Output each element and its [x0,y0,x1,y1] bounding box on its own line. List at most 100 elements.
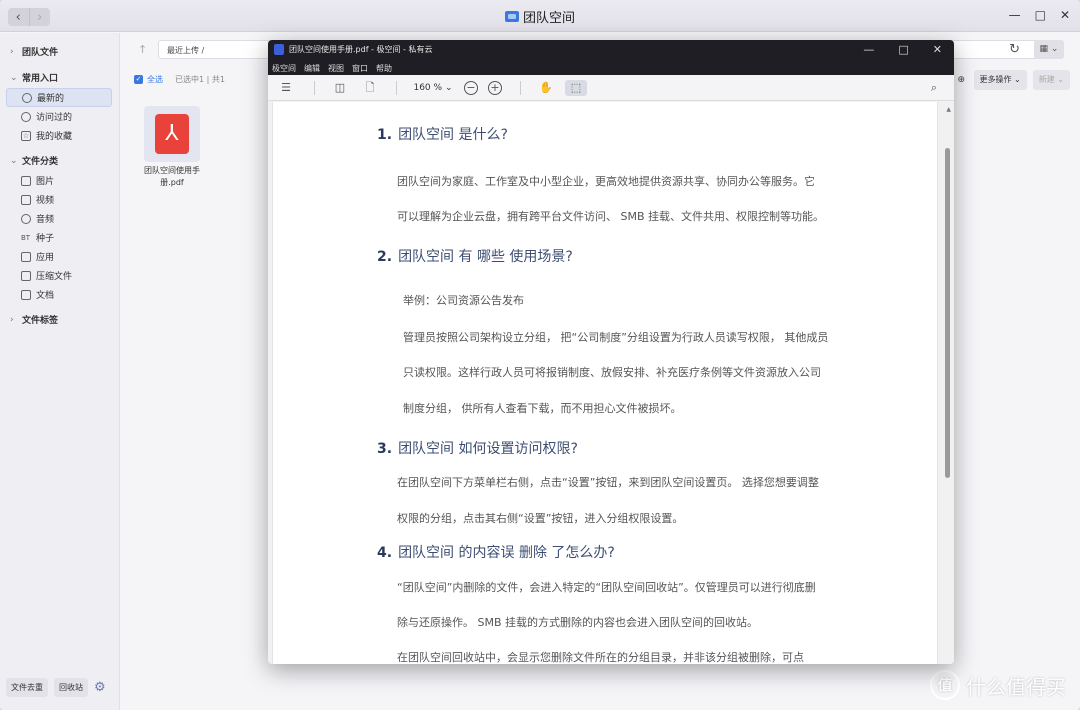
watermark-text: 什么值得买 [966,674,1066,699]
heading-number: 4. [377,545,393,561]
sidebar-item-favorites[interactable]: ☆ 我的收藏 [6,126,112,145]
heading-2: 2. 团队空间 有 哪些 使用场景? [377,246,573,266]
up-arrow-icon[interactable]: ↑ [138,43,147,56]
sidebar-item-visited[interactable]: 访问过的 [6,107,112,126]
paragraph-line: 在团队空间下方菜单栏右侧，点击“设置”按钮，来到团队空间设置页。 选择您想要调整 [397,476,819,489]
smzdm-logo: 值 [930,670,960,700]
paragraph-line: 权限的分组，点击其右侧“设置”按钮，进入分组权限设置。 [397,512,684,525]
team-folder-icon [504,11,519,22]
refresh-icon[interactable]: ↻ [1009,42,1020,57]
minimize-button[interactable]: — [1009,8,1021,22]
sidebar-group-label: 团队文件 [22,48,59,58]
paragraph-line: 只读权限。这样行政人员可将报销制度、放假安排、补充医疗条例等文件资源放入公司 [403,366,821,379]
pdf-page: 1. 团队空间 是什么? 团队空间为家庭、工作室及中小型企业，更高效地提供资源共享… [272,102,938,664]
chevron-right-icon: › [10,46,14,57]
zoom-in-icon[interactable]: + [488,81,502,95]
audio-icon [21,213,31,224]
zoom-out-icon[interactable]: − [464,81,478,95]
sidebar-group-category[interactable]: ⌄ 文件分类 [10,154,59,168]
menu-help[interactable]: 帮助 [376,63,392,74]
paragraph-line: 举例：公司资源公告发布 [403,294,524,307]
sidebar-group-label: 文件标签 [22,316,59,326]
sidebar-item-images[interactable]: 图片 [6,171,112,190]
app-icon [21,251,31,262]
heading-1: 1. 团队空间 是什么? [377,124,508,144]
file-thumbnail: ⅄ [144,106,200,162]
menu-window[interactable]: 窗口 [352,63,368,74]
heading-text: 团队空间 的内容误 删除 了怎么办? [398,545,615,561]
new-label: 新建 [1038,75,1055,84]
document-icon [21,289,31,300]
chevron-down-icon: ⌄ [10,72,18,83]
hamburger-menu-icon[interactable]: ☰ [278,80,294,96]
sidebar-group-label: 常用入口 [22,74,59,84]
video-icon [21,194,31,205]
heading-3: 3. 团队空间 如何设置访问权限? [377,438,578,458]
viewer-toolbar: ☰ ◫ 🗋 160 % ⌄ − + ✋ ⬚ ⌕ [268,75,954,101]
more-icon[interactable]: ⊕ [958,70,968,90]
sidebar-item-latest[interactable]: 最新的 [6,88,112,107]
dedupe-button[interactable]: 文件去重 [6,678,48,697]
menu-edit[interactable]: 编辑 [304,63,320,74]
zoom-select[interactable]: 160 % ⌄ [412,80,454,96]
page-icon[interactable]: 🗋 [362,80,378,96]
sidebar-group-tags[interactable]: › 文件标签 [10,313,59,327]
title-bar: ‹ › 团队空间 — □ ✕ [0,0,1080,32]
file-name-line: 册.pdf [160,178,184,187]
sidebar-item-label: 应用 [36,253,55,263]
scroll-up-icon[interactable]: ▲ [946,106,951,113]
toolbar-divider [314,81,315,95]
sidebar-item-archives[interactable]: 压缩文件 [6,266,112,285]
sidebar-item-label: 音频 [36,215,55,225]
menu-jikongjian[interactable]: 极空间 [272,63,296,74]
viewer-maximize-button[interactable]: □ [898,43,908,56]
sidebar: › 团队文件 ⌄ 常用入口 最新的 访问过的 ☆ 我的收藏 ⌄ 文件分类 图片 [0,33,120,710]
viewer-title-bar: 团队空间使用手册.pdf - 极空间 - 私有云 — □ ✕ [268,40,954,61]
torrent-icon: BT [21,233,31,242]
clock-icon [22,92,32,103]
sidebar-item-apps[interactable]: 应用 [6,247,112,266]
recycle-bin-button[interactable]: 回收站 [54,678,88,697]
sidebar-toggle-icon[interactable]: ◫ [332,80,348,96]
sidebar-item-videos[interactable]: 视频 [6,190,112,209]
more-actions-label: 更多操作 [979,75,1012,84]
gear-icon[interactable]: ⚙ [94,680,106,695]
heading-text: 团队空间 有 哪些 使用场景? [398,249,573,265]
selection-row: ✓ 全选 已选中1 | 共1 [134,74,225,85]
select-all-checkbox[interactable]: ✓ [134,75,143,84]
scrollbar-thumb[interactable] [945,148,950,478]
sidebar-group-label: 文件分类 [22,157,59,167]
hand-tool-icon[interactable]: ✋ [538,80,554,96]
paragraph-line: 除与还原操作。 SMB 挂载的方式删除的内容也会进入团队空间的回收站。 [397,616,759,629]
maximize-button[interactable]: □ [1035,8,1046,22]
new-button[interactable]: 新建 ⌄ [1032,70,1070,90]
heading-4: 4. 团队空间 的内容误 删除 了怎么办? [377,542,615,562]
viewer-minimize-button[interactable]: — [863,43,874,56]
paragraph-line: 团队空间为家庭、工作室及中小型企业，更高效地提供资源共享、协同办公等服务。它 [397,175,815,188]
paragraph-line: 在团队空间回收站中，会显示您删除文件所在的分组目录，并非该分组被删除，可点 [397,651,804,664]
sidebar-group-common[interactable]: ⌄ 常用入口 [10,71,59,85]
sidebar-item-audio[interactable]: 音频 [6,209,112,228]
selection-info: 已选中1 | 共1 [175,75,225,84]
pdf-viewer-window: 团队空间使用手册.pdf - 极空间 - 私有云 — □ ✕ 极空间 编辑 视图… [268,40,954,664]
sidebar-item-documents[interactable]: 文档 [6,285,112,304]
select-tool-icon[interactable]: ⬚ [565,80,587,96]
paragraph-line: 管理员按照公司架构设立分组， 把“公司制度”分组设置为行政人员读写权限， 其他成… [403,331,829,344]
viewer-title-text: 团队空间使用手册.pdf - 极空间 - 私有云 [289,45,433,54]
file-item[interactable]: ⅄ 团队空间使用手 册.pdf [140,106,204,189]
viewer-title: 团队空间使用手册.pdf - 极空间 - 私有云 [274,44,432,55]
sidebar-group-team[interactable]: › 团队文件 [10,45,59,59]
viewer-menubar: 极空间 编辑 视图 窗口 帮助 [268,61,954,75]
menu-view[interactable]: 视图 [328,63,344,74]
paragraph-line: 制度分组， 供所有人查看下载，而不用担心文件被损坏。 [403,402,682,415]
close-button[interactable]: ✕ [1060,8,1070,22]
grid-view-button[interactable]: ▦ ⌄ [1034,40,1064,59]
app-title: 团队空间 [0,7,1080,26]
sidebar-item-label: 压缩文件 [36,272,73,282]
sidebar-item-torrent[interactable]: BT 种子 [6,228,112,247]
select-all-label[interactable]: 全选 [147,74,163,85]
search-icon[interactable]: ⌕ [926,80,942,96]
more-actions-button[interactable]: 更多操作 ⌄ [973,70,1027,90]
viewer-close-button[interactable]: ✕ [933,43,942,56]
file-name: 团队空间使用手 册.pdf [140,165,204,189]
